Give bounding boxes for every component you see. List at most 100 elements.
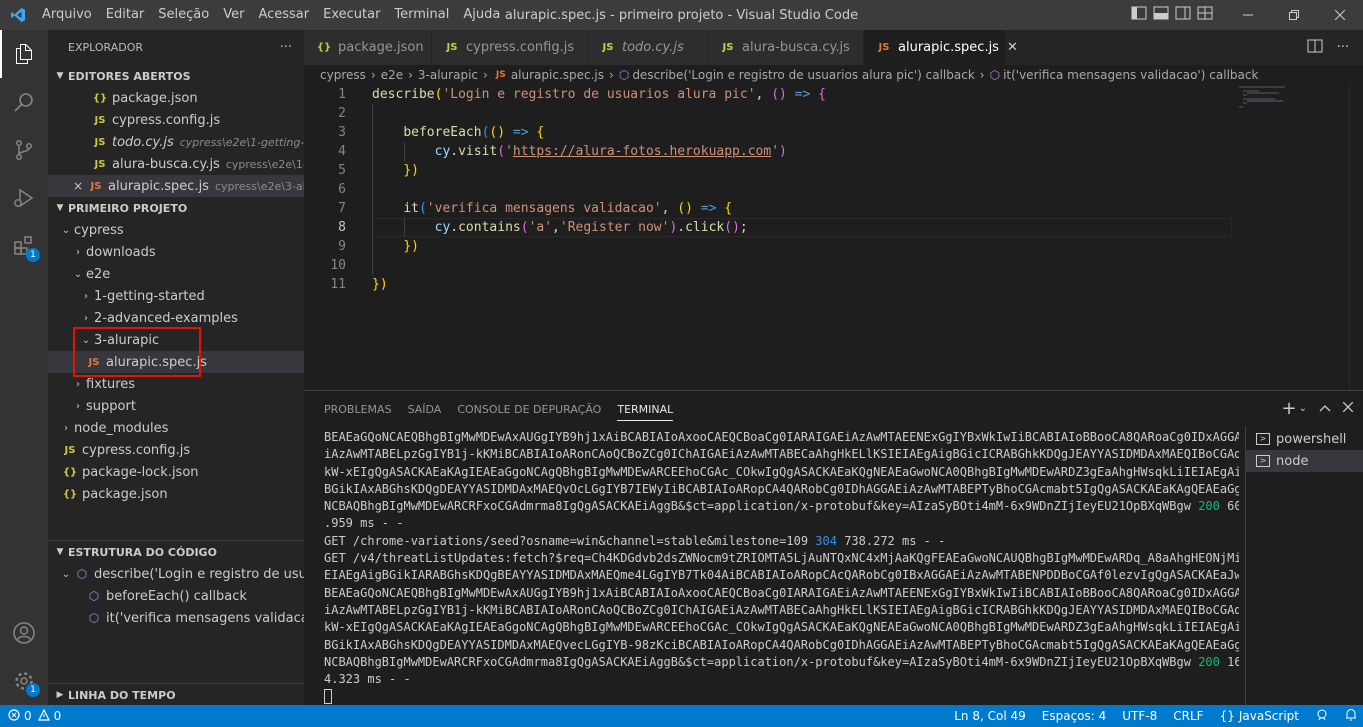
new-terminal-icon[interactable]: + (1282, 398, 1297, 419)
account-icon[interactable] (0, 609, 48, 657)
terminal-output[interactable]: BEAEaGQoNCAEQBhgBIgMwMDEwAxAUGgIYB9hj1xA… (324, 429, 1239, 706)
toggle-panel-icon[interactable] (1153, 6, 1169, 24)
tab-problems[interactable]: PROBLEMAS (324, 397, 392, 420)
menu-acessar[interactable]: Acessar (251, 0, 316, 30)
menu-editar[interactable]: Editar (99, 0, 152, 30)
restore-icon[interactable] (1271, 0, 1317, 30)
menu-ver[interactable]: Ver (216, 0, 251, 30)
tree-file-cypress-config[interactable]: JS cypress.config.js (48, 439, 304, 461)
menu-ajuda[interactable]: Ajuda (456, 0, 507, 30)
menu-executar[interactable]: Executar (316, 0, 387, 30)
run-debug-icon[interactable] (0, 174, 48, 222)
settings-gear-icon[interactable]: 1 (0, 657, 48, 705)
timeline-title: LINHA DO TEMPO (68, 688, 176, 702)
js-file-icon: JS (88, 356, 100, 368)
breadcrumb-item[interactable]: cypress (320, 68, 366, 82)
outline-item[interactable]: ⌄ ⬡ describe('Login e registro de usua..… (48, 563, 304, 585)
terminal-item-powershell[interactable]: > powershell (1246, 428, 1363, 450)
open-editor-item[interactable]: JS cypress.config.js (48, 109, 304, 131)
chevron-down-icon: ⌄ (61, 224, 71, 236)
open-editor-item[interactable]: JS alura-busca.cy.js cypress\e2e\1-g... (48, 153, 304, 175)
encoding[interactable]: UTF-8 (1122, 709, 1157, 723)
terminal-line: 4.323 ms - - (324, 671, 1239, 688)
terminal-prompt[interactable] (324, 688, 1239, 705)
outline-label: describe('Login e registro de usua... (94, 566, 304, 582)
terminal-token: GET /v4/threatListUpdates:fetch?$req=Ch4… (324, 551, 1239, 566)
timeline-header[interactable]: ▶ LINHA DO TEMPO (48, 684, 304, 705)
tab-todo[interactable]: JS todo.cy.js (588, 30, 708, 65)
toggle-secondary-sidebar-icon[interactable] (1175, 6, 1191, 24)
split-editor-icon[interactable] (1307, 39, 1323, 57)
tree-folder-node-modules[interactable]: › node_modules (48, 417, 304, 439)
tree-file-alurapic-spec[interactable]: JS alurapic.spec.js (48, 351, 304, 373)
open-editor-item[interactable]: JS todo.cy.js cypress\e2e\1-getting-st..… (48, 131, 304, 153)
explorer-icon[interactable] (0, 30, 48, 78)
more-actions-icon[interactable]: ··· (1337, 40, 1349, 55)
minimap-preview-icon (1239, 86, 1285, 108)
code-token: cy (434, 144, 451, 159)
toggle-primary-sidebar-icon[interactable] (1131, 6, 1147, 24)
tree-folder-e2e[interactable]: ⌄ e2e (48, 263, 304, 285)
tree-folder-cypress[interactable]: ⌄ cypress (48, 219, 304, 241)
tree-file-package-json[interactable]: {} package.json (48, 483, 304, 505)
tree-folder-support[interactable]: › support (48, 395, 304, 417)
tree-folder-fixtures[interactable]: › fixtures (48, 373, 304, 395)
open-editor-item-active[interactable]: × JS alurapic.spec.js cypress\e2e\3-al..… (48, 175, 304, 197)
menu-arquivo[interactable]: Arquivo (35, 0, 99, 30)
customize-layout-icon[interactable] (1197, 6, 1213, 24)
tab-package-json[interactable]: {} package.json (304, 30, 432, 65)
chevron-down-icon[interactable]: ⌄ (1299, 403, 1307, 414)
chevron-down-icon: ⌄ (61, 568, 71, 580)
project-header[interactable]: ▼ PRIMEIRO PROJETO (48, 197, 304, 219)
breadcrumb-item[interactable]: alurapic.spec.js (511, 68, 604, 82)
breadcrumb-item[interactable]: describe('Login e registro de usuarios a… (632, 68, 974, 82)
close-window-icon[interactable] (1317, 0, 1363, 30)
minimize-icon[interactable] (1225, 0, 1271, 30)
terminal-item-node[interactable]: > node (1246, 450, 1363, 472)
tree-folder-1-getting-started[interactable]: › 1-getting-started (48, 285, 304, 307)
tab-terminal[interactable]: TERMINAL (617, 397, 674, 421)
tab-alurapic-spec[interactable]: JS alurapic.spec.js ✕ (864, 30, 1018, 65)
breadcrumb-item[interactable]: e2e (381, 68, 403, 82)
search-icon[interactable] (0, 78, 48, 126)
breadcrumb-item[interactable]: it('verifica mensagens validacao') callb… (1003, 68, 1258, 82)
close-panel-icon[interactable] (1342, 401, 1354, 416)
more-actions-icon[interactable]: ··· (280, 40, 292, 55)
tree-file-package-lock[interactable]: {} package-lock.json (48, 461, 304, 483)
notifications-bell-icon[interactable] (1345, 708, 1357, 725)
menu-terminal[interactable]: Terminal (387, 0, 456, 30)
tab-cypress-config[interactable]: JS cypress.config.js (432, 30, 588, 65)
indentation[interactable]: Espaços: 4 (1042, 709, 1107, 723)
code-line: }) (372, 237, 419, 256)
cursor-position[interactable]: Ln 8, Col 49 (954, 709, 1026, 723)
minimap[interactable] (1239, 85, 1299, 115)
extensions-icon[interactable]: 1 (0, 222, 48, 270)
menu-selecao[interactable]: Seleção (151, 0, 216, 30)
outline-item[interactable]: ⬡ it('verifica mensagens validacao')... (48, 607, 304, 629)
tree-folder-downloads[interactable]: › downloads (48, 241, 304, 263)
problems-indicator[interactable]: 0 0 (0, 708, 61, 724)
tab-alura-busca[interactable]: JS alura-busca.cy.js (708, 30, 864, 65)
language-mode[interactable]: {} JavaScript (1220, 709, 1299, 723)
breadcrumb-item[interactable]: 3-alurapic (418, 68, 478, 82)
feedback-icon[interactable] (1315, 708, 1329, 725)
code-editor[interactable]: 1 2 3 4 5 6 7 8 9 10 11 describe('Login e registro… (304, 85, 1363, 390)
tab-debug-console[interactable]: CONSOLE DE DEPURAÇÃO (457, 397, 601, 420)
source-control-icon[interactable] (0, 126, 48, 174)
line-number: 6 (338, 182, 346, 197)
close-tab-icon[interactable]: ✕ (1007, 40, 1018, 55)
open-editors-header[interactable]: ▼ EDITORES ABERTOS (48, 65, 304, 87)
code-token: 'a' (528, 220, 553, 235)
maximize-panel-icon[interactable] (1319, 401, 1331, 416)
open-editor-item[interactable]: {} package.json (48, 87, 304, 109)
tree-folder-3-alurapic[interactable]: ⌄ 3-alurapic (48, 329, 304, 351)
outline-item[interactable]: ⬡ beforeEach() callback (48, 585, 304, 607)
editor-scrollbar[interactable] (1349, 85, 1363, 390)
tab-output[interactable]: SAÍDA (408, 397, 442, 420)
tree-folder-2-advanced-examples[interactable]: › 2-advanced-examples (48, 307, 304, 329)
outline-header[interactable]: ▼ ESTRUTURA DO CÓDIGO (48, 541, 304, 563)
close-editor-icon[interactable]: × (70, 179, 86, 193)
end-of-line[interactable]: CRLF (1173, 709, 1203, 723)
line-number: 11 (330, 277, 346, 292)
